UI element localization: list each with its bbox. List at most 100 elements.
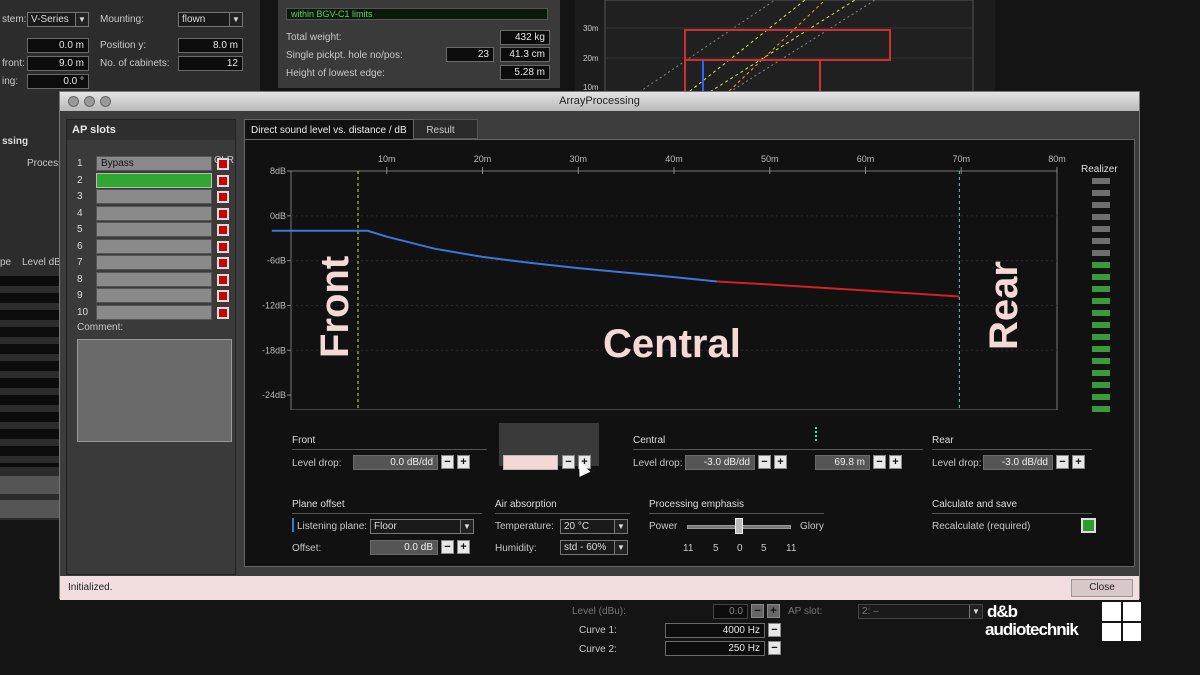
- slot-clear-button[interactable]: [217, 240, 229, 253]
- slot-row: 7: [67, 255, 237, 271]
- close-button[interactable]: Close: [1071, 579, 1133, 597]
- slot-number: 2: [77, 174, 83, 186]
- offset-field[interactable]: 0.0 dB: [370, 540, 438, 555]
- x-tick-label: 70m: [952, 154, 970, 164]
- recalculate-button[interactable]: [1081, 518, 1096, 533]
- ap-slot-select[interactable]: 2: – ▼: [858, 604, 983, 619]
- curve1-field[interactable]: 4000 Hz: [665, 623, 765, 638]
- rear-level-drop-field[interactable]: -3.0 dB/dd: [983, 455, 1053, 470]
- slot-clear-button[interactable]: [217, 257, 229, 269]
- front-field[interactable]: 9.0 m: [27, 56, 89, 71]
- realizer-segment: [1092, 382, 1110, 388]
- bg-left-rows: [0, 272, 60, 467]
- position-y-field[interactable]: 8.0 m: [178, 38, 243, 53]
- central-drop-minus-button[interactable]: −: [758, 455, 771, 469]
- level-plus-button[interactable]: +: [767, 604, 780, 618]
- humidity-select[interactable]: std - 60% ▼: [560, 540, 628, 555]
- close-window-icon[interactable]: [68, 96, 79, 107]
- slot-name-field[interactable]: [96, 255, 212, 270]
- realizer-segment: [1092, 178, 1110, 184]
- offset-label: Offset:: [292, 543, 322, 554]
- level-dbu-field[interactable]: 0.0: [713, 604, 748, 619]
- comment-textarea[interactable]: [77, 339, 232, 442]
- bg-left-bar: [0, 500, 60, 518]
- realizer-segment: [1092, 346, 1110, 352]
- rear-drop-plus-button[interactable]: +: [1072, 455, 1085, 469]
- tab-result[interactable]: Result: [403, 119, 478, 139]
- realizer-segment: [1092, 286, 1110, 292]
- rear-distance-minus-button[interactable]: −: [873, 455, 886, 469]
- temperature-select[interactable]: 20 °C ▼: [560, 519, 628, 534]
- system-label: stem:: [2, 14, 27, 25]
- central-level-drop-field[interactable]: -3.0 dB/dd: [685, 455, 755, 470]
- rear-distance-field[interactable]: 69.8 m: [815, 455, 870, 470]
- realizer-segment: [1092, 322, 1110, 328]
- slot-clear-button[interactable]: [217, 273, 229, 286]
- slot-name-field[interactable]: [96, 288, 212, 303]
- slot-clear-button[interactable]: [217, 290, 229, 302]
- ap-slot-label: AP slot:: [788, 606, 823, 617]
- air-absorption-title: Air absorption: [495, 499, 557, 510]
- slot-name-field[interactable]: [96, 304, 212, 320]
- minimize-window-icon[interactable]: [84, 96, 95, 107]
- bg-3d-plot: [604, 0, 974, 96]
- emphasis-slider-thumb[interactable]: [735, 518, 743, 534]
- slot-row: 2: [67, 172, 237, 189]
- curve2-minus-button[interactable]: −: [768, 641, 781, 655]
- slot-clear-button[interactable]: [217, 174, 229, 187]
- slot-clear-button[interactable]: [217, 306, 229, 319]
- plane-offset-title: Plane offset: [292, 499, 345, 510]
- listening-plane-select[interactable]: Floor ▼: [370, 519, 474, 534]
- front-level-drop-field[interactable]: 0.0 dB/dd: [353, 455, 438, 470]
- rear-divider: [932, 449, 1092, 450]
- realizer-segment: [1092, 190, 1110, 196]
- x-tick-label: 60m: [857, 154, 875, 164]
- slot-row: 8: [67, 271, 237, 288]
- slot-name-field[interactable]: [96, 222, 212, 237]
- rear-distance-plus-button[interactable]: +: [889, 455, 902, 469]
- slot-clear-button[interactable]: [217, 158, 229, 170]
- offset-plus-button[interactable]: +: [457, 540, 470, 554]
- zone-label-rear: Rear: [982, 261, 1026, 350]
- tab-direct-sound[interactable]: Direct sound level vs. distance / dB: [244, 119, 414, 139]
- level-minus-button[interactable]: −: [751, 604, 764, 618]
- curve1-minus-button[interactable]: −: [768, 623, 781, 637]
- central-drop-plus-button[interactable]: +: [774, 455, 787, 469]
- slot-name-field[interactable]: [96, 271, 212, 287]
- realizer-segment: [1092, 226, 1110, 232]
- front-drop-minus-button[interactable]: −: [441, 455, 454, 469]
- level-header: Level dB: [22, 257, 61, 268]
- listening-plane-indicator: [292, 518, 294, 532]
- system-select[interactable]: V-Series ▼: [27, 12, 89, 27]
- slot-name-field[interactable]: Bypass: [96, 156, 212, 171]
- mounting-select[interactable]: flown ▼: [178, 12, 243, 27]
- lowest-edge-label: Height of lowest edge:: [286, 68, 385, 79]
- rear-drop-minus-button[interactable]: −: [1056, 455, 1069, 469]
- offset-minus-button[interactable]: −: [441, 540, 454, 554]
- position-x-field[interactable]: 0.0 m: [27, 38, 89, 53]
- curve2-field[interactable]: 250 Hz: [665, 641, 765, 656]
- realizer-label: Realizer: [1081, 164, 1118, 175]
- slot-name-field[interactable]: [96, 205, 212, 221]
- slot-name-field[interactable]: [96, 172, 212, 188]
- logo-squares-icon: [1102, 602, 1141, 641]
- slot-clear-button[interactable]: [217, 224, 229, 236]
- zoom-window-icon[interactable]: [100, 96, 111, 107]
- front-distance-minus-button[interactable]: −: [562, 455, 575, 469]
- angle-field[interactable]: 0.0 °: [27, 74, 89, 89]
- weight-label: Total weight:: [286, 32, 342, 43]
- slot-name-field[interactable]: [96, 189, 212, 204]
- front-distance-field[interactable]: [503, 455, 558, 470]
- slot-row: 10: [67, 304, 237, 321]
- slot-clear-button[interactable]: [217, 191, 229, 203]
- slot-number: 9: [77, 290, 83, 301]
- slot-clear-button[interactable]: [217, 207, 229, 220]
- lowest-edge-field: 5.28 m: [500, 65, 550, 80]
- logo-text-audiotechnik: audiotechnik: [985, 620, 1079, 639]
- emphasis-divider: [649, 513, 824, 514]
- slot-name-field[interactable]: [96, 238, 212, 254]
- bg-tick-30: 30m: [583, 24, 599, 33]
- front-drop-plus-button[interactable]: +: [457, 455, 470, 469]
- zone-label-front: Front: [313, 255, 357, 358]
- cabinets-field[interactable]: 12: [178, 56, 243, 71]
